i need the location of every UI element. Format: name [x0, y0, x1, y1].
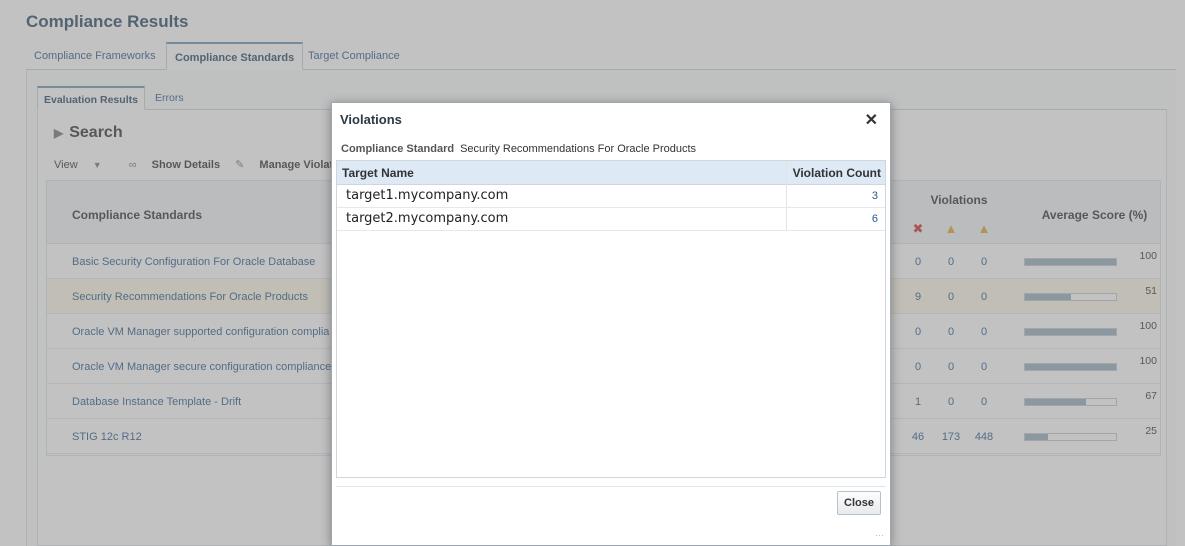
- table-row[interactable]: target2.mycompany.com 6: [337, 208, 885, 231]
- close-button[interactable]: Close: [837, 491, 881, 515]
- compliance-standard-label: Compliance Standard: [341, 143, 455, 155]
- violations-dialog: Violations ✕ Compliance Standard Security…: [331, 102, 891, 546]
- violation-count-link[interactable]: 6: [872, 213, 878, 225]
- resize-handle-icon[interactable]: ⋯: [875, 530, 884, 541]
- dialog-title: Violations: [340, 112, 402, 127]
- close-icon[interactable]: ✕: [865, 110, 878, 130]
- compliance-standard-value: Security Recommendations For Oracle Prod…: [460, 143, 697, 155]
- column-header-violation-count[interactable]: Violation Count: [793, 166, 881, 180]
- violations-table-header: Target Name Violation Count: [337, 161, 885, 185]
- target-name: target1.mycompany.com: [346, 188, 509, 203]
- target-name: target2.mycompany.com: [346, 211, 509, 226]
- compliance-standard-info: Compliance Standard Security Recommendati…: [341, 143, 696, 155]
- column-header-target-name[interactable]: Target Name: [342, 166, 414, 180]
- table-row[interactable]: target1.mycompany.com 3: [337, 185, 885, 208]
- violations-table: Target Name Violation Count target1.myco…: [336, 160, 886, 478]
- violation-count-link[interactable]: 3: [872, 190, 878, 202]
- dialog-footer-divider: [336, 486, 886, 487]
